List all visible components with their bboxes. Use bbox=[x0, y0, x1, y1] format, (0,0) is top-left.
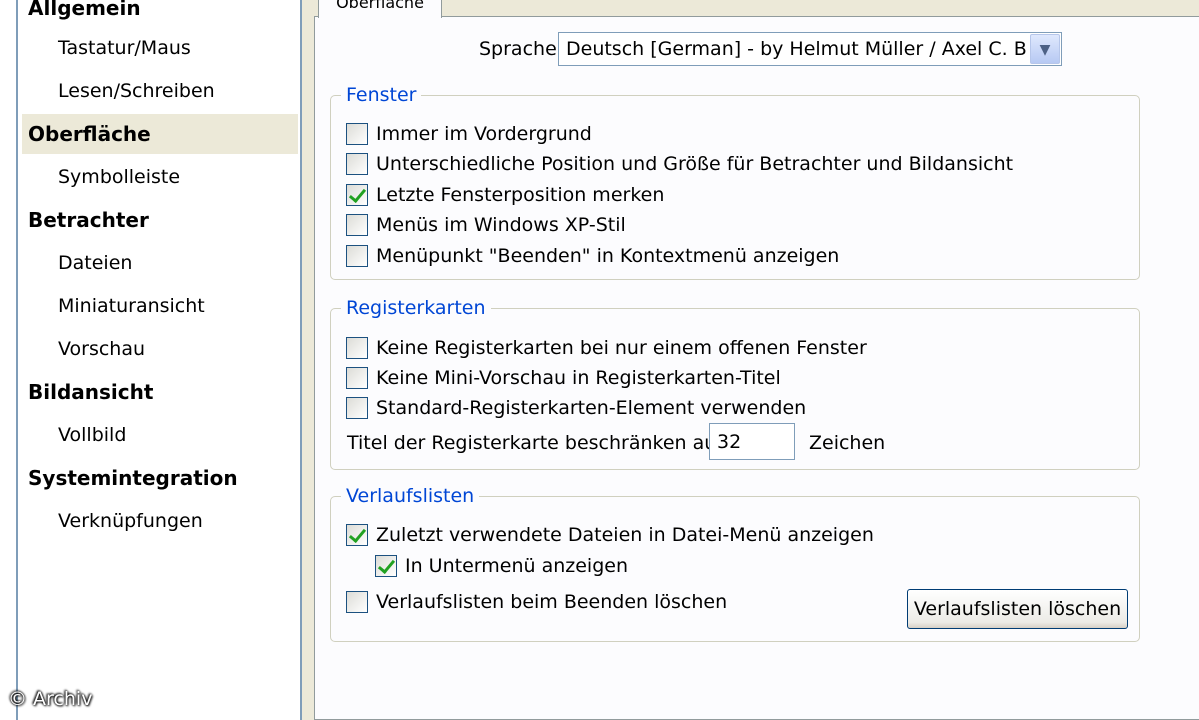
option-label: Zuletzt verwendete Dateien in Datei-Menü… bbox=[376, 524, 874, 546]
option-label: In Untermenü anzeigen bbox=[405, 555, 628, 577]
nav-item-miniaturansicht[interactable]: Miniaturansicht bbox=[22, 286, 298, 326]
checkbox[interactable] bbox=[346, 245, 368, 267]
nav-item-tastatur-maus[interactable]: Tastatur/Maus bbox=[22, 28, 298, 68]
title-length-input[interactable] bbox=[709, 423, 795, 460]
nav-item-verknuepfungen[interactable]: Verknüpfungen bbox=[22, 501, 298, 541]
checkbox[interactable] bbox=[346, 153, 368, 175]
settings-nav-tree: Allgemein Tastatur/Maus Lesen/Schreiben … bbox=[0, 0, 302, 720]
nav-item-dateien[interactable]: Dateien bbox=[22, 243, 298, 283]
option-label: Verlaufslisten beim Beenden löschen bbox=[376, 591, 728, 613]
checkbox[interactable] bbox=[346, 214, 368, 236]
option-label: Standard-Registerkarten-Element verwende… bbox=[376, 397, 807, 419]
nav-item-vorschau[interactable]: Vorschau bbox=[22, 329, 298, 369]
nav-item-bildansicht[interactable]: Bildansicht bbox=[22, 372, 298, 412]
checkbox[interactable] bbox=[346, 397, 368, 419]
language-select[interactable]: Deutsch [German] - by Helmut Müller / Ax… bbox=[558, 32, 1062, 66]
nav-item-vollbild[interactable]: Vollbild bbox=[22, 415, 298, 455]
checkbox[interactable] bbox=[346, 591, 368, 613]
option-label: Keine Mini-Vorschau in Registerkarten-Ti… bbox=[376, 367, 781, 389]
group-registerkarten-title: Registerkarten bbox=[341, 296, 491, 320]
checkbox[interactable] bbox=[346, 367, 368, 389]
nav-item-symbolleiste[interactable]: Symbolleiste bbox=[22, 157, 298, 197]
language-label: Sprache bbox=[479, 38, 557, 60]
copyright-watermark: © Archiv bbox=[8, 688, 93, 710]
option-label: Menüpunkt "Beenden" in Kontextmenü anzei… bbox=[376, 245, 840, 267]
tab-oberflaeche[interactable]: Oberfläche bbox=[318, 0, 442, 18]
nav-item-betrachter[interactable]: Betrachter bbox=[22, 200, 298, 240]
nav-item-allgemein[interactable]: Allgemein bbox=[22, 0, 298, 28]
option-label: Menüs im Windows XP-Stil bbox=[376, 214, 626, 236]
checkbox[interactable] bbox=[346, 184, 368, 206]
checkbox[interactable] bbox=[346, 337, 368, 359]
checkbox[interactable] bbox=[346, 524, 368, 546]
nav-item-lesen-schreiben[interactable]: Lesen/Schreiben bbox=[22, 71, 298, 111]
checkbox[interactable] bbox=[375, 555, 397, 577]
nav-item-systemintegration[interactable]: Systemintegration bbox=[22, 458, 298, 498]
option-label: Unterschiedliche Position und Größe für … bbox=[376, 153, 1014, 175]
checkbox[interactable] bbox=[346, 123, 368, 145]
clear-history-button[interactable]: Verlaufslisten löschen bbox=[907, 589, 1128, 629]
group-verlaufslisten-title: Verlaufslisten bbox=[341, 484, 480, 508]
language-select-value: Deutsch [German] - by Helmut Müller / Ax… bbox=[566, 38, 1026, 60]
option-label: Keine Registerkarten bei nur einem offen… bbox=[376, 337, 867, 359]
chevron-down-icon[interactable]: ▼ bbox=[1030, 34, 1060, 64]
nav-item-oberflaeche[interactable]: Oberfläche bbox=[22, 114, 298, 154]
title-length-unit: Zeichen bbox=[809, 432, 886, 454]
option-label: Immer im Vordergrund bbox=[376, 123, 592, 145]
option-label: Letzte Fensterposition merken bbox=[376, 184, 665, 206]
title-length-label: Titel der Registerkarte beschränken auf bbox=[347, 432, 723, 454]
group-fenster-title: Fenster bbox=[341, 83, 422, 107]
